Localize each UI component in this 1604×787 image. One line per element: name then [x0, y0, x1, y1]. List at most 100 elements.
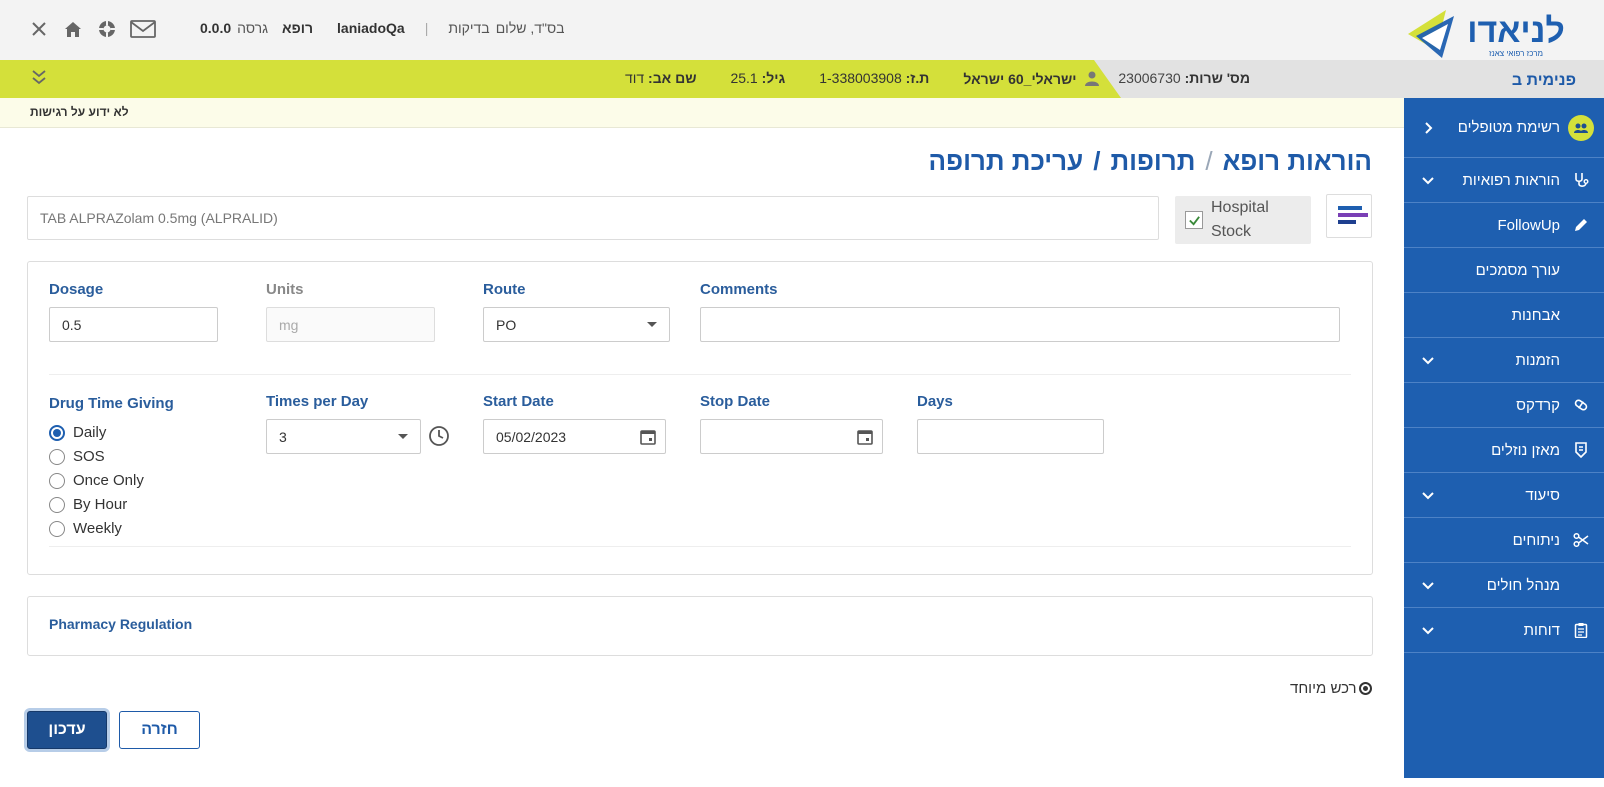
pharmacy-regulation-panel[interactable]: Pharmacy Regulation: [27, 596, 1373, 656]
drug-details-menu-button[interactable]: [1326, 194, 1372, 238]
radio-unselected-icon[interactable]: [49, 472, 65, 489]
stop-date-input[interactable]: [700, 419, 883, 454]
mail-icon[interactable]: [130, 18, 156, 40]
dosage-input[interactable]: 0.5: [49, 307, 218, 342]
special-purchase-option[interactable]: רכש מיוחד: [1290, 680, 1372, 697]
radio-by-hour-label: By Hour: [73, 496, 128, 513]
sidebar-item-orders[interactable]: הזמנות: [1404, 338, 1604, 383]
radio-selected-icon[interactable]: [49, 424, 65, 441]
sidebar-item-diagnoses[interactable]: אבחנות: [1404, 293, 1604, 338]
comments-input[interactable]: [700, 307, 1340, 342]
page-title: עריכת תרופה: [928, 146, 1084, 176]
chevron-down-icon: [1422, 582, 1434, 590]
sidebar-item-label: הזמנות: [1515, 351, 1560, 369]
back-button[interactable]: חזרה: [119, 711, 200, 749]
radio-selected-icon[interactable]: [1358, 682, 1372, 695]
units-input: mg: [266, 307, 435, 342]
sidebar-item-label: מנהל חולים: [1486, 576, 1560, 594]
chevron-down-icon: [1422, 357, 1434, 365]
person-icon: [1085, 71, 1100, 86]
laniado-logo: לניאדו מרכז רפואי צאנז: [1398, 6, 1578, 62]
sidebar-item-label: הוראות רפואיות: [1462, 171, 1560, 189]
start-date-input[interactable]: 05/02/2023: [483, 419, 666, 454]
radio-by-hour[interactable]: By Hour: [49, 496, 127, 513]
drug-name-field[interactable]: TAB ALPRAZolam 0.5mg (ALPRALID): [27, 196, 1159, 240]
patient-father-label: שם אב:: [648, 70, 697, 86]
units-label: Units: [266, 281, 304, 298]
chevron-down-icon: [1422, 177, 1434, 185]
radio-sos[interactable]: SOS: [49, 448, 105, 465]
calendar-icon[interactable]: [639, 428, 657, 446]
checkbox-checked-icon[interactable]: [1185, 211, 1203, 229]
sidebar-item-nursing[interactable]: סיעוד: [1404, 473, 1604, 518]
days-input[interactable]: [917, 419, 1104, 454]
patient-father-value: דוד: [625, 70, 645, 86]
drug-time-giving-label: Drug Time Giving: [49, 395, 174, 412]
sidebar-item-label: דוחות: [1523, 621, 1560, 639]
breadcrumb-medications[interactable]: תרופות: [1110, 146, 1195, 177]
radio-daily[interactable]: Daily: [49, 424, 106, 441]
sidebar-item-patients[interactable]: רשימת מטופלים: [1404, 98, 1604, 158]
stethoscope-icon: [1572, 171, 1590, 189]
sidebar-item-fluid-balance[interactable]: מאזן נוזלים: [1404, 428, 1604, 473]
chevron-right-icon: [1425, 121, 1433, 134]
radio-unselected-icon[interactable]: [49, 448, 65, 465]
radio-daily-label: Daily: [73, 424, 107, 441]
medication-form: Dosage 0.5 Units mg Route PO Comments Dr…: [27, 261, 1373, 575]
update-button[interactable]: עדכון: [27, 711, 107, 749]
comments-label: Comments: [700, 281, 778, 298]
times-per-day-value: 3: [279, 428, 287, 445]
calendar-icon[interactable]: [856, 428, 874, 446]
radio-weekly[interactable]: Weekly: [49, 520, 122, 537]
radio-unselected-icon[interactable]: [49, 496, 65, 513]
divider: |: [424, 20, 429, 36]
sidebar-item-patient-admin[interactable]: מנהל חולים: [1404, 563, 1604, 608]
hospital-stock-label: Hospital Stock: [1211, 196, 1269, 244]
pill-icon: [1572, 396, 1590, 414]
breadcrumb-medical-orders[interactable]: הוראות רופא: [1223, 146, 1372, 177]
radio-once-only-label: Once Only: [73, 472, 144, 489]
start-date-value: 05/02/2023: [496, 428, 567, 445]
sidebar-item-followup[interactable]: FollowUp: [1404, 203, 1604, 248]
menu-bar-icon: [1338, 206, 1362, 210]
sidebar-item-label: FollowUp: [1497, 216, 1560, 234]
version-number: 0.0.0: [200, 20, 232, 36]
sidebar-item-documents[interactable]: עורך מסמכים: [1404, 248, 1604, 293]
times-per-day-select[interactable]: 3: [266, 419, 421, 454]
patient-id: ת.ז: 1-338003908: [819, 70, 929, 87]
top-header: 0.0.0 גרסה רופא laniadoQa | בדיקות בס"ד,…: [0, 0, 1604, 60]
top-icons: [28, 18, 156, 40]
divider: [49, 546, 1351, 547]
greeting: בס"ד, שלום: [495, 20, 565, 36]
route-select[interactable]: PO: [483, 307, 670, 342]
clipboard-icon: [1572, 621, 1590, 639]
ward-name: פנימית ב: [1511, 72, 1576, 89]
user-role: רופא: [282, 20, 314, 36]
service-number: מס' שרות: 23006730: [1118, 70, 1250, 86]
sidebar-item-label: רשימת מטופלים: [1457, 119, 1560, 136]
patient-age-label: גיל:: [761, 70, 786, 86]
radio-sos-label: SOS: [73, 448, 105, 465]
sidebar-item-medical-orders[interactable]: הוראות רפואיות: [1404, 158, 1604, 203]
radio-once-only[interactable]: Once Only: [49, 472, 144, 489]
patients-icon: [1568, 114, 1594, 141]
user-role-label: בדיקות: [448, 20, 490, 36]
breadcrumb-separator: /: [1093, 146, 1101, 176]
close-icon[interactable]: [28, 18, 50, 40]
home-icon[interactable]: [62, 18, 84, 40]
pharmacy-regulation-title: Pharmacy Regulation: [49, 616, 193, 632]
sidebar-item-kardex[interactable]: קרדקס: [1404, 383, 1604, 428]
pencil-icon: [1572, 216, 1590, 234]
sidebar-item-surgeries[interactable]: ניתוחים: [1404, 518, 1604, 563]
clock-icon[interactable]: [428, 425, 450, 447]
sidebar-item-reports[interactable]: דוחות: [1404, 608, 1604, 653]
start-date-label: Start Date: [483, 393, 554, 410]
double-chevron-down-icon[interactable]: [30, 68, 48, 86]
support-icon[interactable]: [96, 18, 118, 40]
patient-age: גיל: 25.1: [730, 70, 785, 87]
hospital-stock-label-line1: Hospital: [1211, 199, 1269, 216]
service-number-value: 23006730: [1118, 70, 1181, 86]
radio-unselected-icon[interactable]: [49, 520, 65, 537]
svg-text:מרכז רפואי צאנז: מרכז רפואי צאנז: [1489, 49, 1543, 58]
hospital-stock-checkbox[interactable]: Hospital Stock: [1175, 196, 1311, 244]
